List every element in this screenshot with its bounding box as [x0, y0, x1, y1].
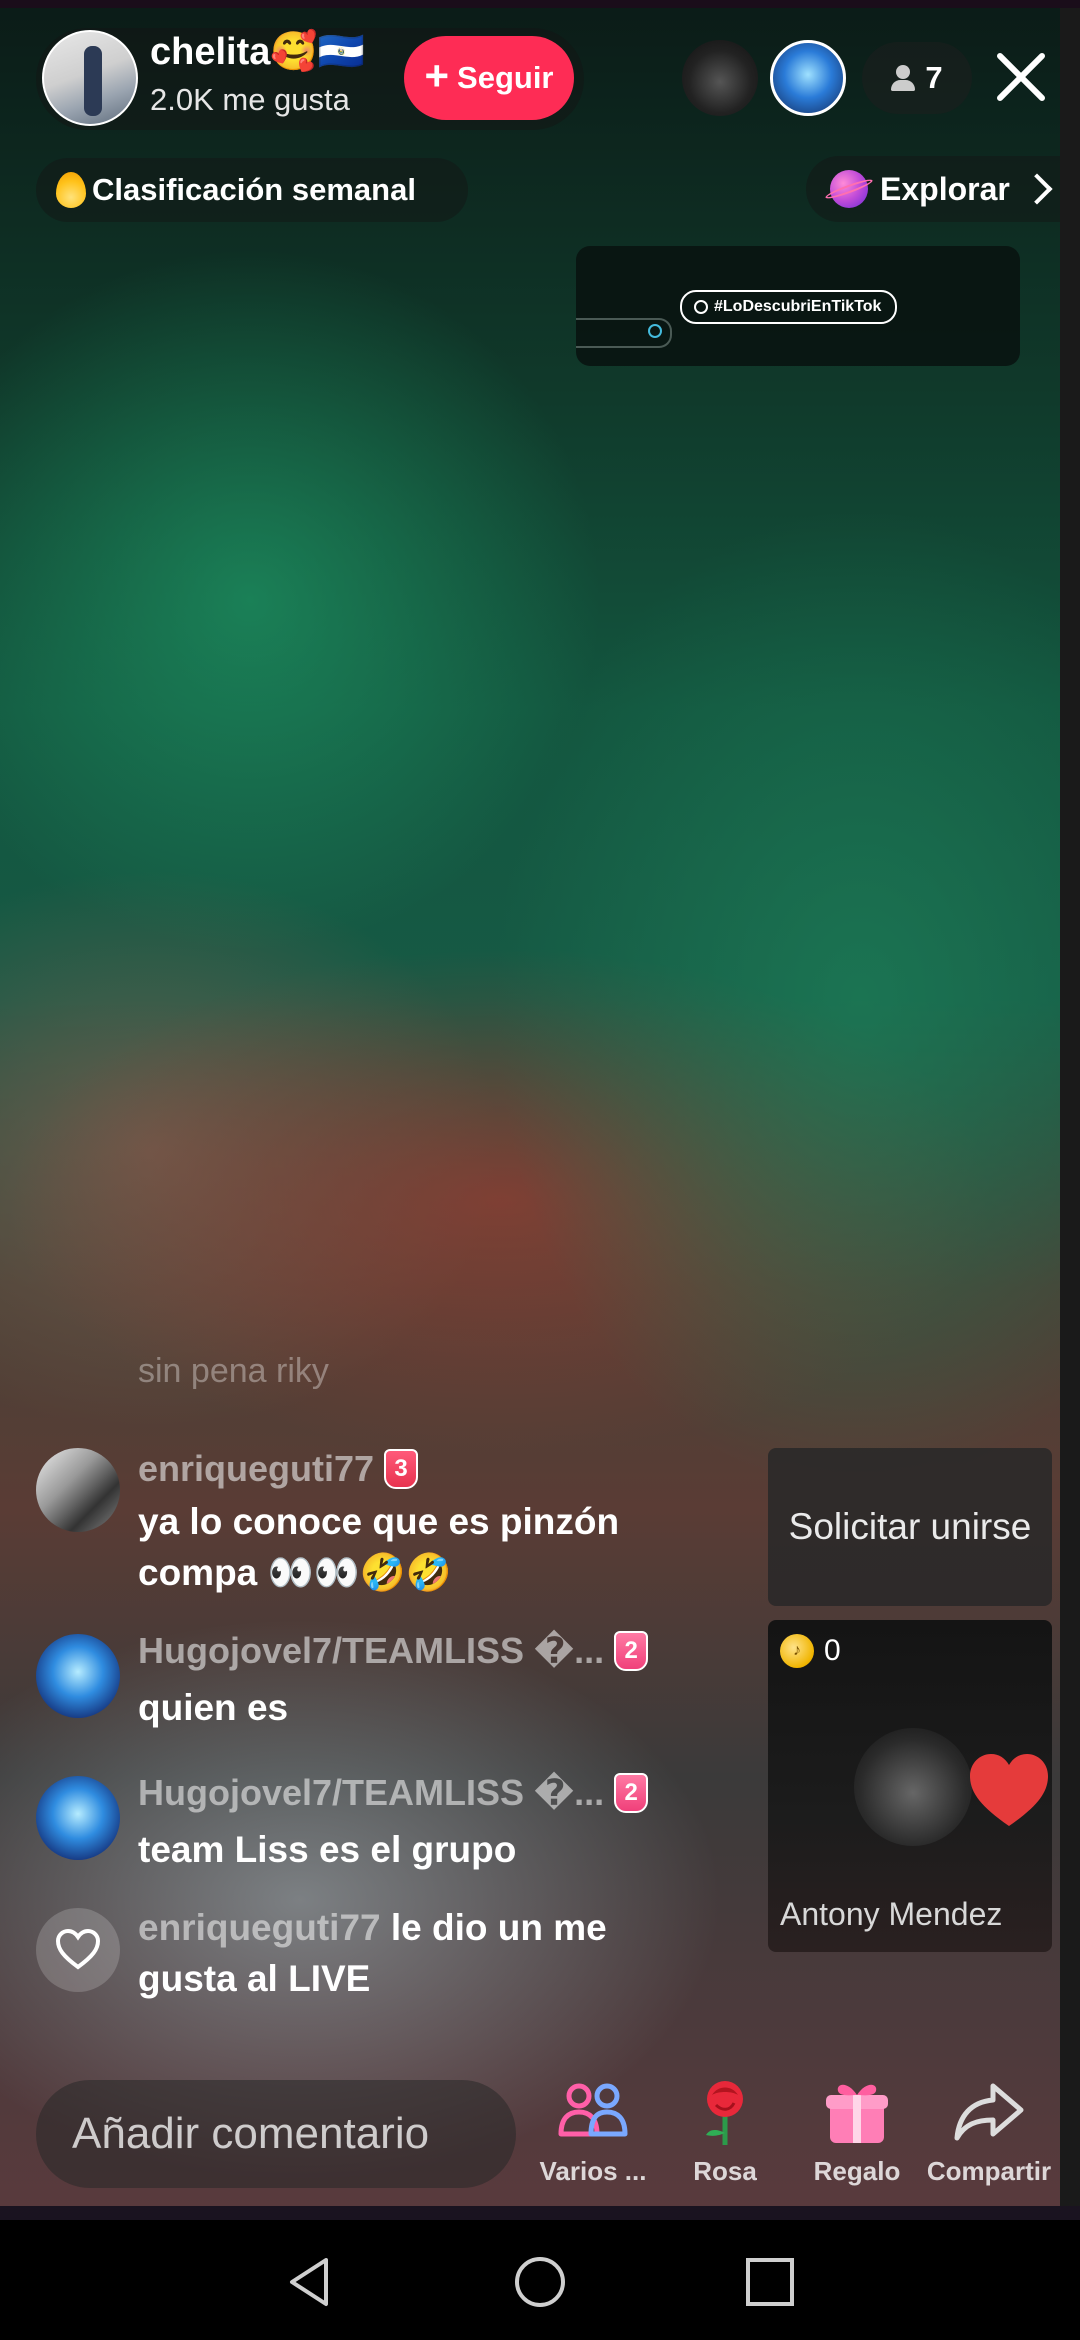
level-badge: 2 [614, 1631, 649, 1671]
level-badge: 2 [614, 1773, 649, 1813]
host-avatar[interactable] [42, 30, 138, 126]
commenter-avatar[interactable] [36, 1776, 120, 1860]
commenter-name[interactable]: enriqueguti77 [138, 1907, 381, 1948]
commenter-name[interactable]: Hugojovel7/TEAMLISS �... [138, 1772, 604, 1814]
action-label: Compartir [926, 2156, 1052, 2186]
multi-guest-button[interactable]: Varios ... [528, 2072, 658, 2187]
comment-text: team Liss es el grupo [138, 1829, 517, 1870]
action-label: Rosa [693, 2156, 757, 2186]
flame-icon [56, 172, 86, 208]
request-join-label: Solicitar unirse [788, 1506, 1032, 1547]
action-label: Regalo [813, 2156, 901, 2186]
viewer-count: 7 [925, 60, 943, 95]
guest-card[interactable]: ♪ 0 Antony Mendez [768, 1620, 1052, 1952]
commenter-name-row: Hugojovel7/TEAMLISS �... 2 [138, 1630, 649, 1672]
action-label: Varios ... [539, 2156, 647, 2186]
commenter-name[interactable]: enriqueguti77 [138, 1448, 374, 1490]
plus-icon: + [424, 52, 450, 99]
viewer-count-pill[interactable]: 7 [862, 42, 972, 114]
weekly-ranking-chip[interactable]: Clasificación semanal [36, 158, 468, 222]
comment-input[interactable]: Añadir comentario [36, 2080, 516, 2188]
commenter-avatar[interactable] [36, 1634, 120, 1718]
heart-outline-icon [55, 1929, 101, 1970]
gift-icon [826, 2084, 888, 2143]
top-viewer-avatar[interactable] [770, 40, 846, 116]
gift-button[interactable]: Regalo [792, 2072, 922, 2187]
host-likes-count: 2.0K me gusta [150, 82, 350, 117]
recents-icon[interactable] [742, 2254, 798, 2310]
comment-text: ya lo conoce que es pinzón compa 👀👀🤣🤣 [138, 1501, 620, 1593]
search-bar-graphic [576, 318, 672, 348]
status-strip [0, 0, 1080, 8]
close-icon[interactable] [990, 46, 1052, 108]
person-icon [891, 65, 916, 91]
top-viewer-avatar[interactable] [682, 40, 758, 116]
planet-icon [830, 170, 868, 208]
follow-button[interactable]: + Seguir [404, 36, 574, 120]
coin-count: 0 [824, 1634, 841, 1667]
share-button[interactable]: Compartir [924, 2072, 1054, 2187]
rose-button[interactable]: Rosa [660, 2072, 790, 2187]
like-event-text: enriqueguti77 le dio un me gusta al LIVE [138, 1902, 698, 2004]
comment-placeholder: Añadir comentario [72, 2109, 430, 2158]
edge-strip [1060, 0, 1080, 2220]
commenter-name-row: enriqueguti77 3 [138, 1448, 419, 1490]
ranking-label: Clasificación semanal [92, 172, 416, 207]
multi-guest-icon [558, 2083, 628, 2137]
coin-icon: ♪ [780, 1634, 814, 1668]
back-icon[interactable] [282, 2254, 338, 2310]
guest-name: Antony Mendez [780, 1896, 1003, 1932]
faded-comment: sin pena riky [138, 1352, 329, 1390]
hashtag-text: #LoDescubriEnTikTok [714, 298, 882, 315]
promo-banner[interactable]: #LoDescubriEnTikTok [576, 246, 1020, 366]
home-icon[interactable] [512, 2254, 568, 2310]
chevron-right-icon [1021, 173, 1053, 205]
commenter-avatar[interactable] [36, 1448, 120, 1532]
request-join-button[interactable]: Solicitar unirse [768, 1448, 1052, 1606]
like-event-icon-wrap [36, 1908, 120, 1992]
level-badge: 3 [384, 1449, 419, 1489]
coin-row: ♪ 0 [780, 1634, 841, 1668]
guest-avatar[interactable] [854, 1728, 972, 1846]
hashtag-pill: #LoDescubriEnTikTok [680, 290, 898, 324]
explore-label: Explorar [880, 170, 1010, 207]
commenter-name[interactable]: Hugojovel7/TEAMLISS �... [138, 1630, 604, 1672]
share-icon [954, 2083, 1024, 2141]
commenter-name-row: Hugojovel7/TEAMLISS �... 2 [138, 1772, 649, 1814]
heart-icon [970, 1754, 1048, 1826]
search-icon [694, 300, 708, 314]
rose-icon [706, 2081, 743, 2145]
comment-text: quien es [138, 1687, 289, 1728]
explore-chip[interactable]: Explorar [806, 156, 1060, 222]
follow-label: Seguir [457, 60, 554, 95]
host-name: chelita🥰🇸🇻 [150, 31, 366, 73]
